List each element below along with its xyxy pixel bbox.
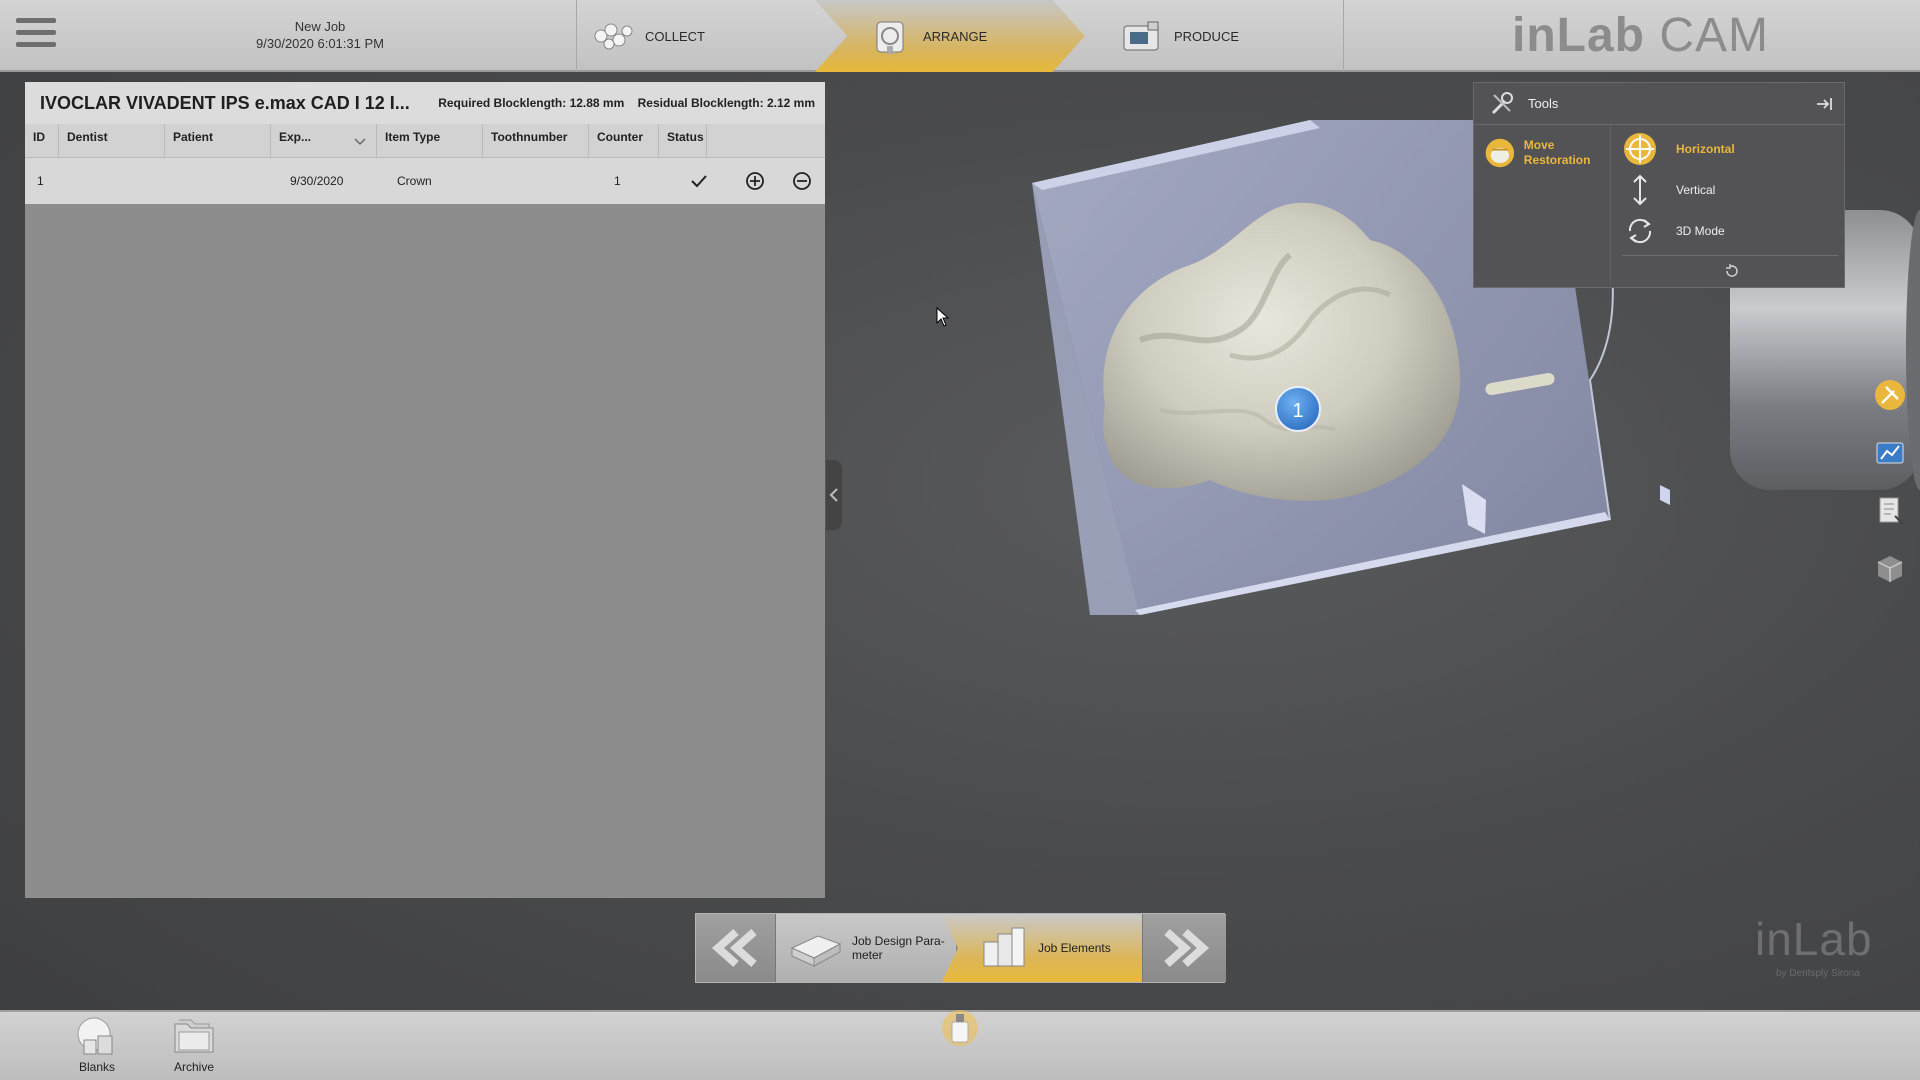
job-timestamp: 9/30/2020 6:01:31 PM xyxy=(256,36,384,51)
mode-3d-button[interactable]: 3D Mode xyxy=(1622,213,1832,249)
job-elements-label: Job Elements xyxy=(1038,941,1111,955)
job-table-header: IVOCLAR VIVADENT IPS e.max CAD I 12 I...… xyxy=(25,82,825,124)
row-item-type: Crown xyxy=(397,174,432,188)
column-id[interactable]: ID xyxy=(25,124,59,158)
job-design-block-icon xyxy=(790,935,842,967)
tools-footer-divider xyxy=(1622,255,1838,256)
remove-counter-icon[interactable] xyxy=(790,169,814,193)
tools-title: Tools xyxy=(1528,96,1559,111)
column-counter[interactable]: Counter xyxy=(589,124,659,158)
produce-icon xyxy=(1123,21,1159,51)
double-chevron-left-icon xyxy=(711,929,757,967)
required-blocklength: Required Blocklength: 12.88 mm xyxy=(438,96,625,110)
blanks-button[interactable]: Blanks xyxy=(57,1012,137,1080)
step-job-design-parameter[interactable]: Job Design Para-meter xyxy=(776,914,956,982)
tab-arrange-label: ARRANGE xyxy=(923,28,988,44)
mode-horizontal-button[interactable]: Horizontal xyxy=(1622,131,1832,167)
add-counter-icon[interactable] xyxy=(743,169,767,193)
table-row[interactable]: 1 9/30/2020 Crown 1 xyxy=(25,158,825,204)
archive-label: Archive xyxy=(173,1060,214,1074)
top-bar: New Job 9/30/2020 6:01:31 PM COLLECT ARR… xyxy=(0,0,1920,72)
material-name: IVOCLAR VIVADENT IPS e.max CAD I 12 I... xyxy=(40,92,410,113)
mode-3d-label: 3D Mode xyxy=(1676,224,1725,238)
reset-position-icon[interactable] xyxy=(1724,263,1740,279)
collect-icon xyxy=(594,23,633,50)
horizontal-move-icon xyxy=(1624,133,1656,165)
job-table-panel: IVOCLAR VIVADENT IPS e.max CAD I 12 I...… xyxy=(25,82,825,898)
mode-vertical-button[interactable]: Vertical xyxy=(1622,172,1832,208)
brand-logo: inLab CAM xyxy=(1512,9,1769,62)
residual-blocklength: Residual Blocklength: 2.12 mm xyxy=(637,96,815,110)
document-report-icon[interactable] xyxy=(1873,494,1907,528)
table-column-header: ID Dentist Patient Exp... Item Type Toot… xyxy=(25,124,825,158)
tab-produce[interactable]: PRODUCE xyxy=(1100,0,1340,72)
archive-folder-icon xyxy=(174,1019,214,1053)
job-info: New Job 9/30/2020 6:01:31 PM xyxy=(200,18,440,52)
tab-divider xyxy=(1343,0,1344,72)
tab-collect[interactable]: COLLECT xyxy=(576,0,816,72)
column-item-type[interactable]: Item Type xyxy=(377,124,483,158)
step-job-elements[interactable]: Job Elements xyxy=(942,914,1142,982)
move-restoration-icon xyxy=(1485,138,1515,168)
collapse-panel-handle[interactable] xyxy=(826,460,842,530)
edit-tools-icon[interactable] xyxy=(1873,378,1907,412)
dentsply-byline: by Dentsply Sirona xyxy=(1776,968,1860,979)
tab-produce-label: PRODUCE xyxy=(1174,28,1240,44)
column-toothnumber[interactable]: Toothnumber xyxy=(483,124,589,158)
job-title: New Job xyxy=(294,19,346,34)
blanks-icon xyxy=(77,1017,113,1055)
status-checkmark-icon xyxy=(691,175,707,188)
cube-view-icon[interactable] xyxy=(1873,552,1907,586)
step-navigation: Job Design Para-meter Job Elements xyxy=(695,913,1226,983)
row-counter: 1 xyxy=(614,174,621,188)
tools-panel: Tools Move Restoration Horizontal Vertic… xyxy=(1473,82,1845,288)
column-status[interactable]: Status xyxy=(659,124,707,158)
block-info: Required Blocklength: 12.88 mm Residual … xyxy=(428,96,815,110)
blanks-label: Blanks xyxy=(78,1060,116,1074)
next-step-button[interactable] xyxy=(1142,914,1226,982)
restoration-marker[interactable]: 1 xyxy=(1275,386,1321,432)
column-dentist[interactable]: Dentist xyxy=(59,124,165,158)
column-exp[interactable]: Exp... xyxy=(271,124,377,158)
tools-divider xyxy=(1610,125,1611,288)
tools-wrench-icon xyxy=(1491,91,1513,114)
tab-arrange[interactable]: ARRANGE xyxy=(815,0,1085,72)
tools-header: Tools xyxy=(1474,83,1844,125)
analysis-view-icon[interactable] xyxy=(1873,437,1907,471)
mode-vertical-label: Vertical xyxy=(1676,183,1716,197)
double-chevron-right-icon xyxy=(1164,929,1210,967)
mode-horizontal-label: Horizontal xyxy=(1676,142,1735,156)
job-elements-icon xyxy=(983,927,1025,967)
tab-collect-label: COLLECT xyxy=(645,28,705,44)
row-id: 1 xyxy=(37,174,44,188)
previous-step-button[interactable] xyxy=(696,914,776,982)
inlab-watermark: inLab xyxy=(1755,913,1873,965)
hamburger-menu-icon[interactable] xyxy=(16,18,56,54)
job-design-label: Job Design Para-meter xyxy=(852,934,945,962)
vertical-arrow-icon xyxy=(1633,174,1647,206)
rotate-3d-icon xyxy=(1628,218,1652,244)
active-block-indicator-icon xyxy=(942,1010,978,1046)
move-restoration-button[interactable]: Move Restoration xyxy=(1484,131,1608,175)
sort-chevron-down-icon xyxy=(354,138,366,146)
move-restoration-label: Move Restoration xyxy=(1523,138,1591,167)
pin-panel-icon[interactable] xyxy=(1814,94,1834,114)
row-exp: 9/30/2020 xyxy=(290,174,344,188)
mouse-cursor-icon xyxy=(936,307,950,327)
arrange-icon xyxy=(876,21,904,54)
column-patient[interactable]: Patient xyxy=(165,124,271,158)
chevron-left-icon xyxy=(829,488,838,502)
restoration-marker-label: 1 xyxy=(1292,400,1303,422)
archive-button[interactable]: Archive xyxy=(154,1012,234,1080)
